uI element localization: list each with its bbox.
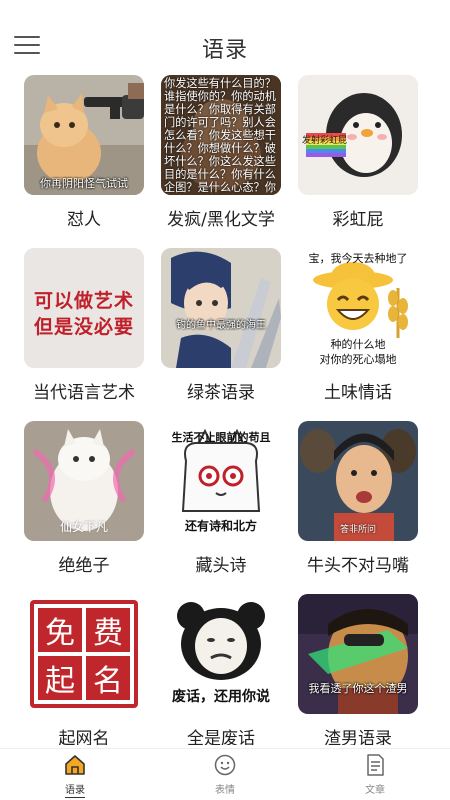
thumb-caption-bottom: 还有诗和北方	[184, 519, 257, 533]
panda-meme-image: 废话，还用你说	[161, 594, 281, 714]
tab-label: 文章	[365, 785, 385, 796]
page-title: 语录	[201, 38, 248, 63]
seal-char: 起	[38, 656, 82, 700]
thumb-caption: 你再阴阳怪气试试	[40, 177, 128, 190]
category-card-当代语言艺术[interactable]: 可以做艺术 但是没必要 当代语言艺术	[19, 248, 149, 403]
thumb-caption-mid: 种的什么地	[330, 338, 386, 351]
category-label: 彩虹屁	[332, 210, 384, 230]
thumb-caption: 发射彩虹屁	[302, 136, 348, 146]
penguin-rainbow-image: 发射彩虹屁	[298, 75, 418, 195]
category-label: 藏头诗	[195, 556, 247, 576]
dense-text-meme-image: 你发这些有什么目的？谁指使你的？你的动机是什么？你取得有关部门的许可了吗？别人会…	[161, 75, 281, 195]
category-card-起网名[interactable]: 免 费 起 名 起网名	[19, 594, 149, 745]
farmer-emoji-image: 宝，我今天去种地了 种的什么地 对你的死心塌地	[298, 248, 418, 368]
category-label: 当代语言艺术	[33, 383, 135, 403]
seal-frame: 免 费 起 名	[30, 600, 138, 708]
category-grid: 你再阴阳怪气试试 怼人 你发这些有什么目的？谁指使你的？你的动机是什么？你取得有…	[0, 75, 450, 745]
category-card-渣男语录[interactable]: 我看透了你这个渣男 渣男语录	[293, 594, 423, 745]
thumb-caption-top: 宝，我今天去种地了	[308, 252, 408, 265]
category-card-土味情话[interactable]: 宝，我今天去种地了 种的什么地 对你的死心塌地 土味情话	[293, 248, 423, 403]
thumb-dense-text: 你发这些有什么目的？谁指使你的？你的动机是什么？你取得有关部门的许可了吗？别人会…	[164, 77, 276, 193]
smiley-icon	[214, 754, 236, 776]
category-card-发疯[interactable]: 你发这些有什么目的？谁指使你的？你的动机是什么？你取得有关部门的许可了吗？别人会…	[156, 75, 286, 230]
red-seal-image: 免 费 起 名	[24, 594, 144, 714]
white-cat-image: 仙女下凡	[24, 421, 144, 541]
tab-label: 语录	[65, 781, 85, 798]
thumb-caption-top: 生活不止眼前的苟且	[171, 431, 271, 444]
category-label: 绝绝子	[58, 556, 110, 576]
category-card-牛头不对马嘴[interactable]: 答非所问 牛头不对马嘴	[293, 421, 423, 576]
seal-char: 名	[86, 656, 130, 700]
category-card-彩虹屁[interactable]: 发射彩虹屁 彩虹屁	[293, 75, 423, 230]
category-card-绿茶语录[interactable]: 钓的鱼中最强的海王 绿茶语录	[156, 248, 286, 403]
home-icon	[65, 755, 85, 775]
cartoon-girl-image: 生活不止眼前的苟且 还有诗和北方	[161, 421, 281, 541]
thumb-caption-line1: 可以做艺术	[33, 291, 134, 312]
category-label: 渣男语录	[324, 729, 392, 745]
tab-label: 表情	[215, 785, 235, 796]
app-header: 语录	[0, 0, 450, 72]
category-label: 牛头不对马嘴	[307, 556, 409, 576]
category-card-全是废话[interactable]: 废话，还用你说 全是废话	[156, 594, 286, 745]
thumb-caption: 仙女下凡	[59, 520, 108, 534]
tab-语录[interactable]: 语录	[35, 753, 115, 798]
bottom-tab-bar: 语录 表情 文章	[0, 748, 450, 800]
category-label: 起网名	[58, 729, 110, 745]
seal-char: 免	[38, 608, 82, 652]
seal-char: 费	[86, 608, 130, 652]
thumb-caption: 钓的鱼中最强的海王	[176, 320, 266, 331]
thumb-caption: 答非所问	[339, 525, 376, 535]
category-card-藏头诗[interactable]: 生活不止眼前的苟且 还有诗和北方 藏头诗	[156, 421, 286, 576]
xray-glasses-image: 我看透了你这个渣男	[298, 594, 418, 714]
tv-drama-image: 答非所问	[298, 421, 418, 541]
tab-文章[interactable]: 文章	[335, 753, 415, 796]
category-label: 发疯/黑化文学	[167, 210, 275, 230]
thumb-caption-line2: 但是没必要	[33, 317, 134, 338]
cat-gun-meme-image: 你再阴阳怪气试试	[24, 75, 144, 195]
tab-表情[interactable]: 表情	[185, 753, 265, 796]
language-art-image: 可以做艺术 但是没必要	[24, 248, 144, 368]
category-label: 绿茶语录	[187, 383, 255, 403]
anime-knife-image: 钓的鱼中最强的海王	[161, 248, 281, 368]
thumb-caption: 废话，还用你说	[172, 689, 270, 705]
category-card-绝绝子[interactable]: 仙女下凡 绝绝子	[19, 421, 149, 576]
category-label: 土味情话	[324, 383, 392, 403]
thumb-caption: 我看透了你这个渣男	[308, 682, 408, 695]
thumb-caption-bottom: 对你的死心塌地	[319, 353, 397, 366]
document-icon	[367, 754, 384, 776]
category-card-怼人[interactable]: 你再阴阳怪气试试 怼人	[19, 75, 149, 230]
category-label: 全是废话	[187, 729, 255, 745]
category-label: 怼人	[67, 210, 101, 230]
